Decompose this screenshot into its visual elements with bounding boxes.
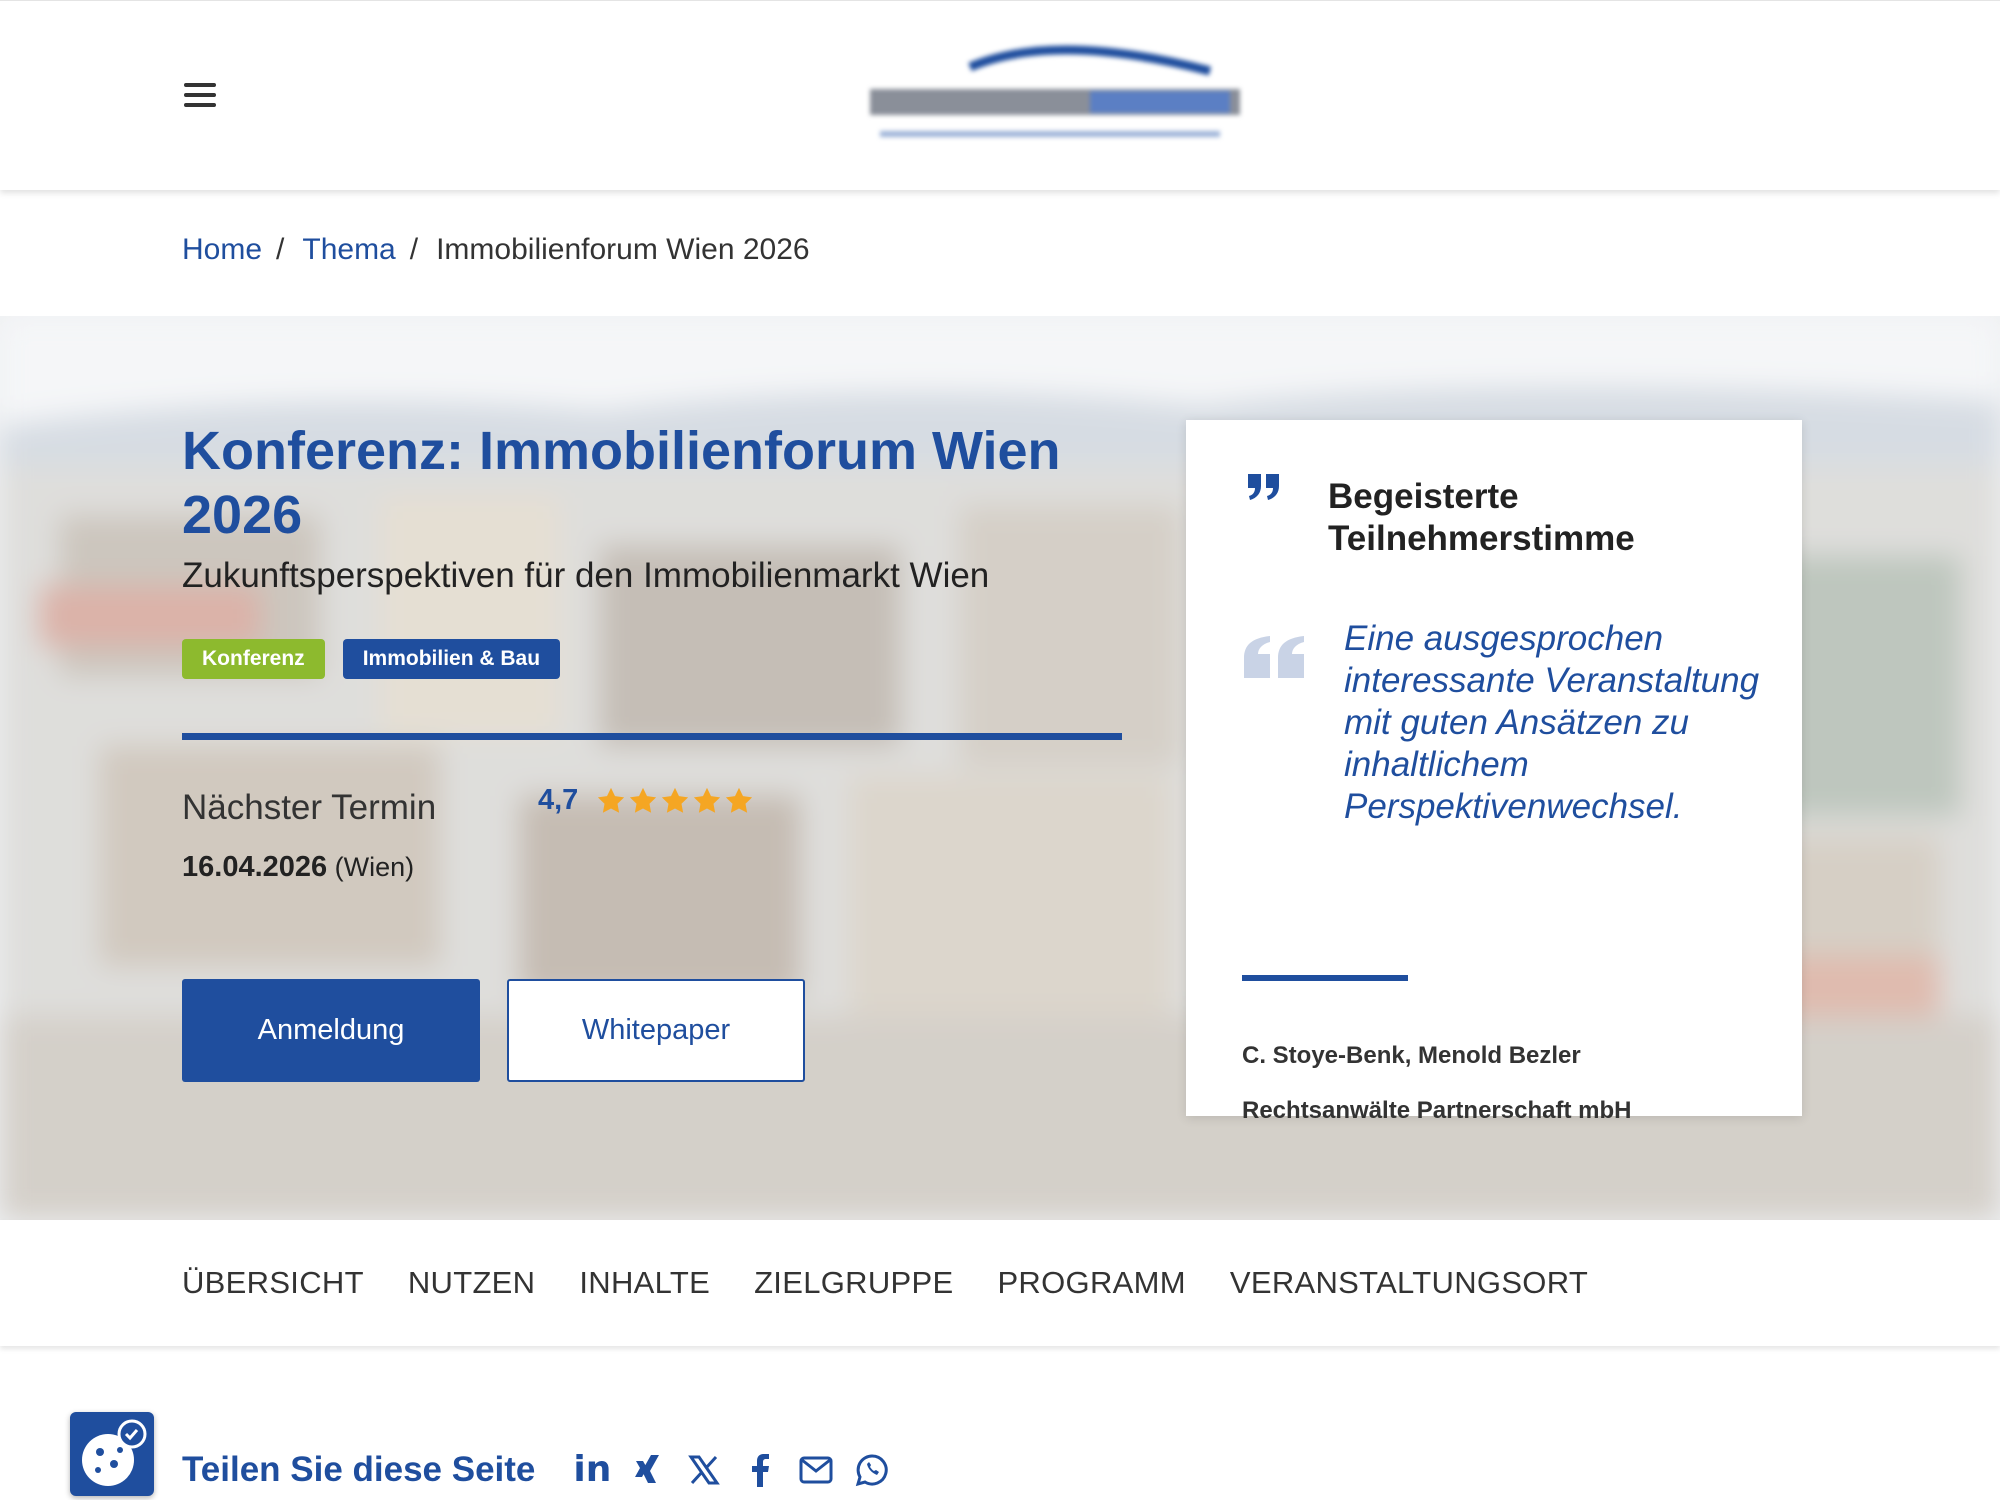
testimonial-heading: Begeisterte Teilnehmerstimme [1328, 477, 1635, 558]
tab-programm[interactable]: PROGRAMM [997, 1265, 1185, 1301]
quote-open-icon [1244, 636, 1304, 678]
testimonial-author: C. Stoye-Benk, Menold Bezler Rechtsanwäl… [1242, 1028, 1772, 1138]
hamburger-icon[interactable] [184, 81, 220, 111]
tab-zielgruppe[interactable]: ZIELGRUPPE [754, 1265, 953, 1301]
tab-nutzen[interactable]: NUTZEN [408, 1265, 536, 1301]
star-icon [694, 787, 721, 813]
share-icons: in [573, 1449, 889, 1490]
event-date-value: 16.04.2026 [182, 851, 328, 883]
hero-section: Konferenz: Immobilienforum Wien 2026 Zuk… [0, 316, 2000, 1220]
page-title: Konferenz: Immobilienforum Wien 2026 [182, 421, 1061, 545]
testimonial-card: Begeisterte Teilnehmerstimme Eine ausges… [1186, 420, 1802, 1124]
tab-inhalte[interactable]: INHALTE [579, 1265, 710, 1301]
testimonial-author-company: Rechtsanwälte Partnerschaft mbH [1242, 1097, 1632, 1124]
event-date: 16.04.2026 (Wien) [182, 851, 414, 884]
section-nav: ÜBERSICHT NUTZEN INHALTE ZIELGRUPPE PROG… [0, 1220, 2000, 1346]
xing-icon[interactable] [631, 1453, 665, 1487]
next-date-label: Nächster Termin [182, 788, 437, 827]
company-logo[interactable] [860, 39, 1250, 149]
breadcrumb-separator: / [409, 233, 419, 266]
star-icon [630, 787, 657, 813]
breadcrumb-current: Immobilienforum Wien 2026 [436, 233, 810, 266]
email-icon[interactable] [799, 1453, 833, 1487]
linkedin-label: in [573, 1449, 612, 1490]
register-button[interactable]: Anmeldung [182, 979, 480, 1082]
quote-icon [1248, 474, 1279, 500]
tag-list: Konferenz Immobilien & Bau [182, 639, 561, 679]
rating-value: 4,7 [538, 784, 579, 816]
facebook-icon[interactable] [743, 1453, 777, 1487]
rating: 4,7 [538, 784, 754, 817]
breadcrumb-home[interactable]: Home [182, 233, 262, 267]
testimonial-divider [1242, 975, 1408, 981]
share-bar: Teilen Sie diese Seite in [182, 1450, 889, 1490]
star-icon [726, 787, 753, 813]
hero-divider [182, 733, 1122, 740]
page-subtitle: Zukunftsperspektiven für den Immobilienm… [182, 556, 990, 595]
testimonial-quote: Eine ausgesprochen interessante Veransta… [1344, 619, 1760, 826]
breadcrumb-thema[interactable]: Thema [302, 233, 395, 267]
star-icon [598, 787, 625, 813]
breadcrumb: Home / Thema / Immobilienforum Wien 2026 [182, 233, 810, 267]
star-icon [662, 787, 689, 813]
whatsapp-icon[interactable] [855, 1453, 889, 1487]
site-header [0, 0, 2000, 190]
tag-konferenz[interactable]: Konferenz [182, 639, 325, 679]
x-twitter-icon[interactable] [687, 1453, 721, 1487]
testimonial-author-name: C. Stoye-Benk, Menold Bezler [1242, 1042, 1581, 1069]
breadcrumb-separator: / [276, 233, 285, 266]
share-title: Teilen Sie diese Seite [182, 1450, 536, 1489]
tag-immobilien-bau[interactable]: Immobilien & Bau [342, 639, 561, 679]
whitepaper-button[interactable]: Whitepaper [507, 979, 805, 1082]
event-location: (Wien) [334, 852, 415, 882]
linkedin-icon[interactable]: in [573, 1449, 612, 1490]
cookie-settings-button[interactable] [70, 1412, 154, 1496]
cookie-icon [82, 1419, 147, 1486]
rating-stars [596, 786, 754, 816]
tab-uebersicht[interactable]: ÜBERSICHT [182, 1265, 364, 1301]
tab-veranstaltungsort[interactable]: VERANSTALTUNGSORT [1230, 1265, 1588, 1301]
